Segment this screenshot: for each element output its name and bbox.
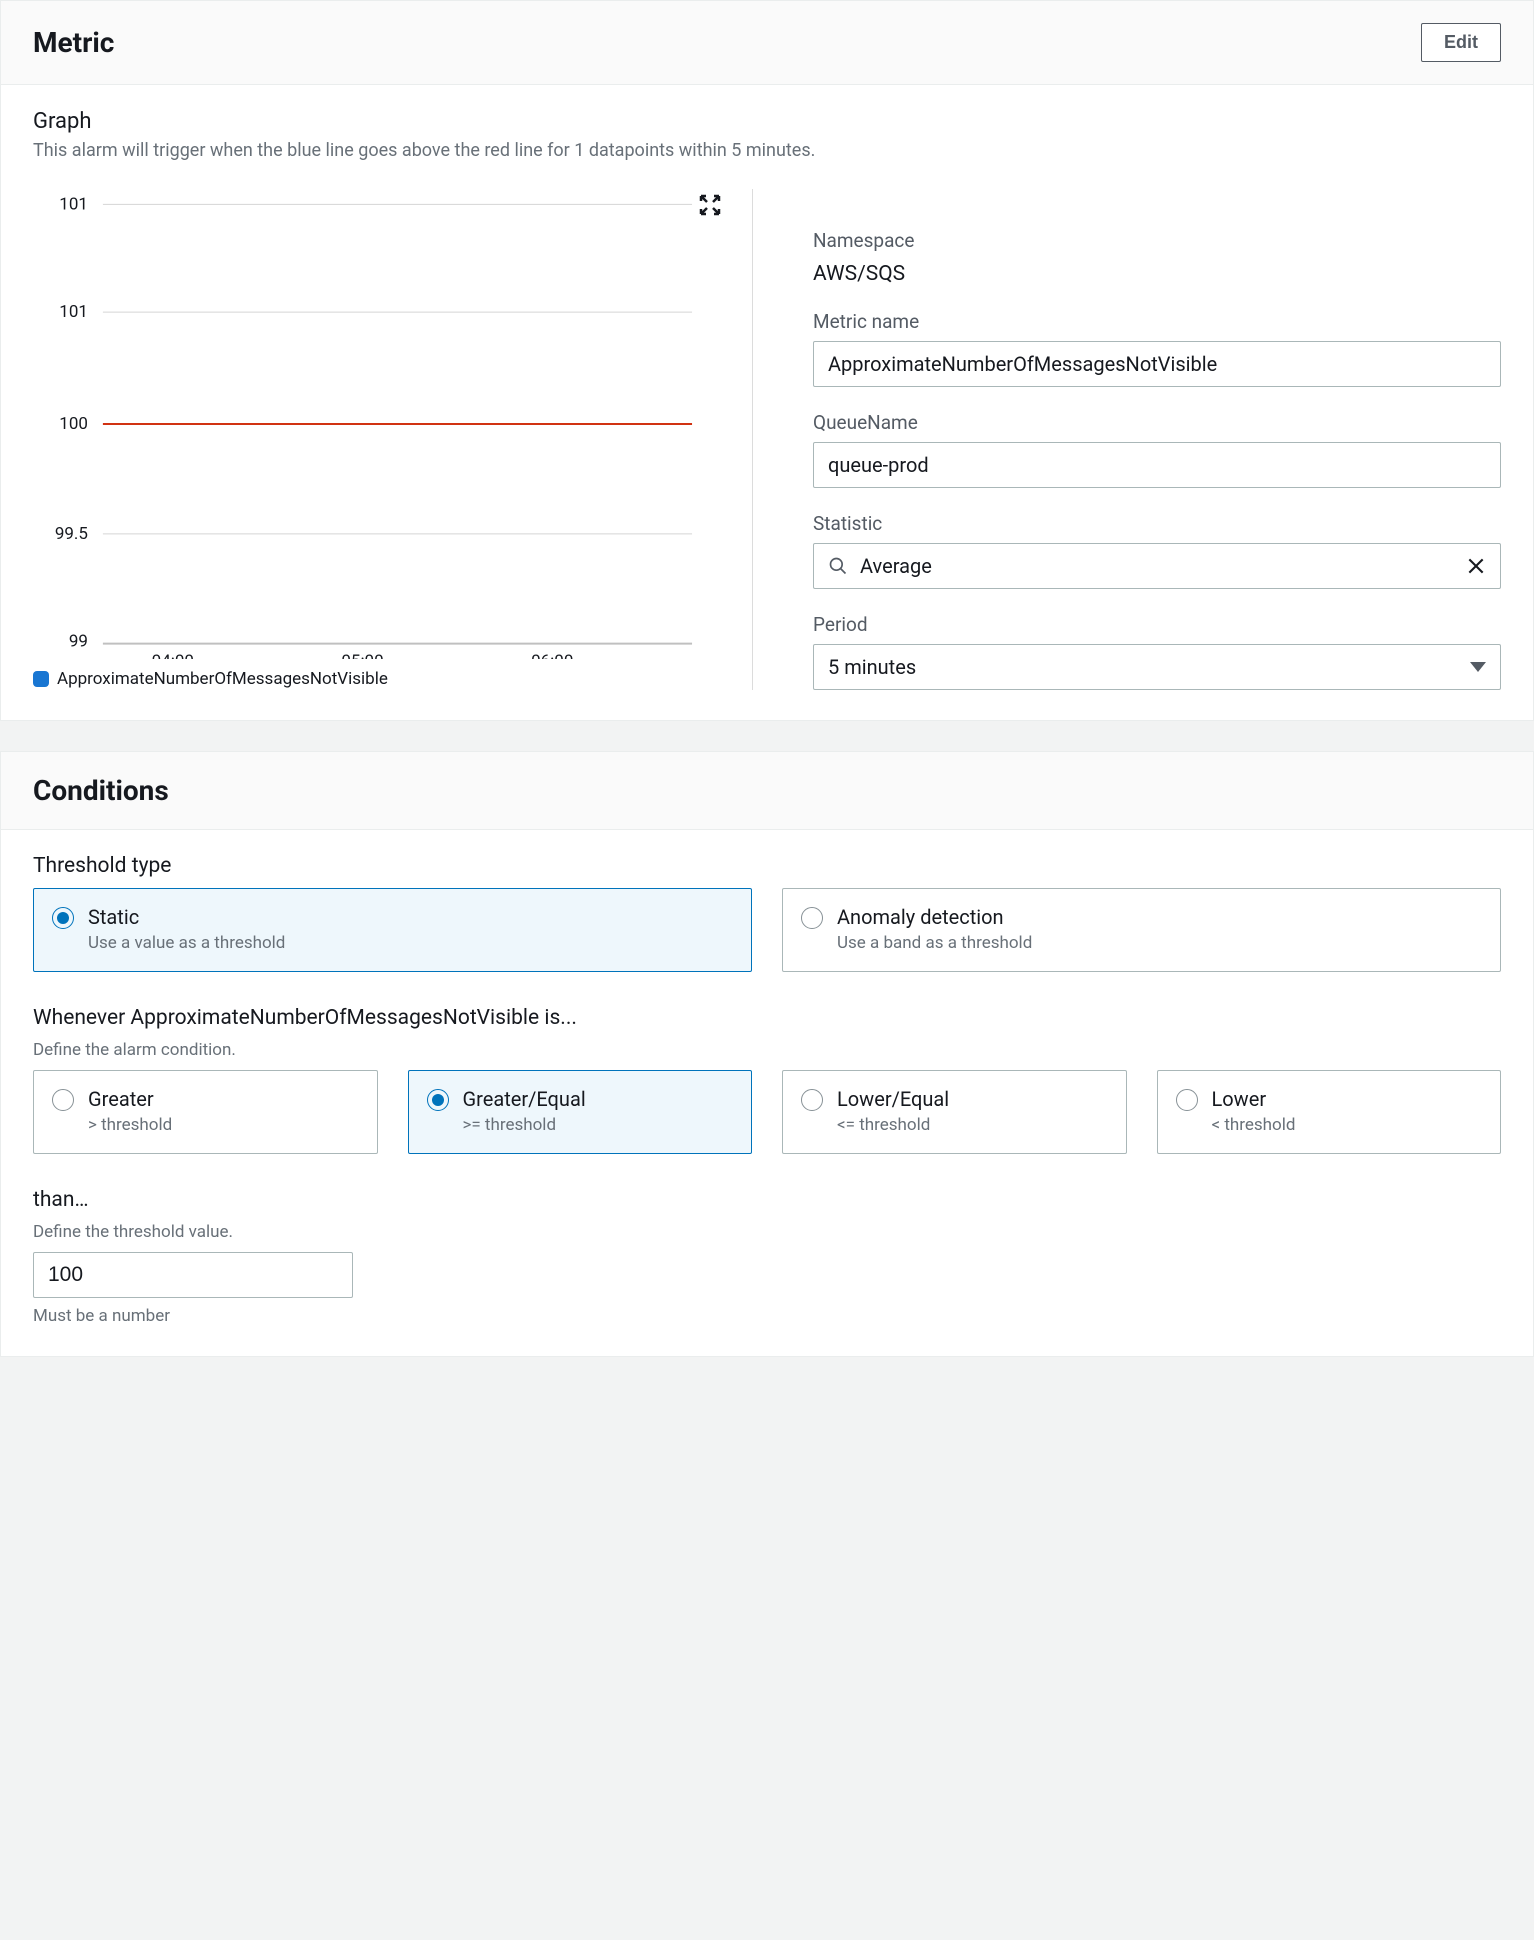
graph-description: This alarm will trigger when the blue li… [33, 140, 1501, 161]
y-tick-label: 101 [59, 302, 88, 322]
y-tick-label: 101 [59, 194, 88, 214]
edit-button[interactable]: Edit [1421, 23, 1501, 62]
threshold-type-label: Threshold type [33, 854, 1501, 878]
tile-title: Lower [1212, 1087, 1296, 1111]
tile-title: Greater/Equal [463, 1087, 586, 1111]
radio-icon [52, 907, 74, 929]
legend-label: ApproximateNumberOfMessagesNotVisible [57, 669, 388, 689]
clear-icon[interactable] [1466, 556, 1486, 576]
tile-subtext: >= threshold [463, 1115, 586, 1135]
radio-icon [427, 1089, 449, 1111]
statistic-field-group: Statistic Average [813, 512, 1501, 589]
x-tick-label: 06:00 [531, 652, 573, 659]
radio-icon [1176, 1089, 1198, 1111]
statistic-search-input[interactable]: Average [813, 543, 1501, 589]
tile-subtext: < threshold [1212, 1115, 1296, 1135]
radio-icon [52, 1089, 74, 1111]
threshold-value-input[interactable] [33, 1252, 353, 1298]
queue-name-value: queue-prod [828, 453, 929, 477]
graph-title: Graph [33, 109, 1501, 134]
namespace-field-group: Namespace AWS/SQS [813, 229, 1501, 286]
legend-color-swatch [33, 671, 49, 687]
whenever-sublabel: Define the alarm condition. [33, 1040, 1501, 1060]
conditions-panel-title: Conditions [33, 774, 169, 807]
tile-subtext: Use a value as a threshold [88, 933, 285, 953]
metric-name-input[interactable]: ApproximateNumberOfMessagesNotVisible [813, 341, 1501, 387]
whenever-label: Whenever ApproximateNumberOfMessagesNotV… [33, 1006, 1501, 1030]
metric-panel-title: Metric [33, 26, 114, 59]
tile-title: Lower/Equal [837, 1087, 949, 1111]
conditions-panel: Conditions Threshold type Static Use a v… [0, 751, 1534, 1357]
tile-subtext: > threshold [88, 1115, 172, 1135]
period-select[interactable]: 5 minutes [813, 644, 1501, 690]
conditions-panel-header: Conditions [1, 752, 1533, 830]
y-tick-label: 99.5 [55, 524, 88, 544]
tile-title: Anomaly detection [837, 905, 1032, 929]
operator-lower-equal-tile[interactable]: Lower/Equal <= threshold [782, 1070, 1127, 1154]
period-field-group: Period 5 minutes [813, 613, 1501, 690]
queue-name-input[interactable]: queue-prod [813, 442, 1501, 488]
tile-subtext: <= threshold [837, 1115, 949, 1135]
than-sublabel: Define the threshold value. [33, 1222, 1501, 1242]
threshold-hint: Must be a number [33, 1306, 1501, 1326]
metric-panel-header: Metric Edit [1, 1, 1533, 85]
period-value: 5 minutes [828, 655, 916, 679]
metric-fields-column: Namespace AWS/SQS Metric name Approximat… [813, 189, 1501, 690]
tile-title: Static [88, 905, 285, 929]
namespace-label: Namespace [813, 229, 1501, 252]
x-tick-label: 04:00 [152, 652, 194, 659]
operator-lower-tile[interactable]: Lower < threshold [1157, 1070, 1502, 1154]
chart-container: 101 101 100 99.5 99 04: [33, 189, 753, 690]
operator-greater-tile[interactable]: Greater > threshold [33, 1070, 378, 1154]
chart-plot-area: 101 101 100 99.5 99 04: [33, 189, 722, 659]
metric-panel-body: Graph This alarm will trigger when the b… [1, 85, 1533, 720]
statistic-value: Average [860, 554, 932, 578]
metric-name-value: ApproximateNumberOfMessagesNotVisible [828, 352, 1217, 376]
metric-name-field-group: Metric name ApproximateNumberOfMessagesN… [813, 310, 1501, 387]
operator-greater-equal-tile[interactable]: Greater/Equal >= threshold [408, 1070, 753, 1154]
chart-legend: ApproximateNumberOfMessagesNotVisible [33, 669, 722, 689]
period-label: Period [813, 613, 1501, 636]
queue-name-label: QueueName [813, 411, 1501, 434]
queue-name-field-group: QueueName queue-prod [813, 411, 1501, 488]
statistic-label: Statistic [813, 512, 1501, 535]
namespace-value: AWS/SQS [813, 260, 1501, 286]
y-tick-label: 100 [59, 414, 88, 434]
metric-panel: Metric Edit Graph This alarm will trigge… [0, 0, 1534, 721]
threshold-type-tiles: Static Use a value as a threshold Anomal… [33, 888, 1501, 972]
threshold-type-static-tile[interactable]: Static Use a value as a threshold [33, 888, 752, 972]
conditions-panel-body: Threshold type Static Use a value as a t… [1, 830, 1533, 1356]
search-icon [828, 556, 848, 576]
tile-title: Greater [88, 1087, 172, 1111]
metric-row: 101 101 100 99.5 99 04: [33, 189, 1501, 690]
radio-icon [801, 1089, 823, 1111]
operator-tiles: Greater > threshold Greater/Equal >= thr… [33, 1070, 1501, 1154]
metric-name-label: Metric name [813, 310, 1501, 333]
y-tick-label: 99 [69, 632, 88, 652]
tile-subtext: Use a band as a threshold [837, 933, 1032, 953]
chevron-down-icon [1470, 662, 1486, 672]
than-label: than… [33, 1188, 1501, 1212]
x-tick-label: 05:00 [341, 652, 383, 659]
radio-icon [801, 907, 823, 929]
threshold-type-anomaly-tile[interactable]: Anomaly detection Use a band as a thresh… [782, 888, 1501, 972]
